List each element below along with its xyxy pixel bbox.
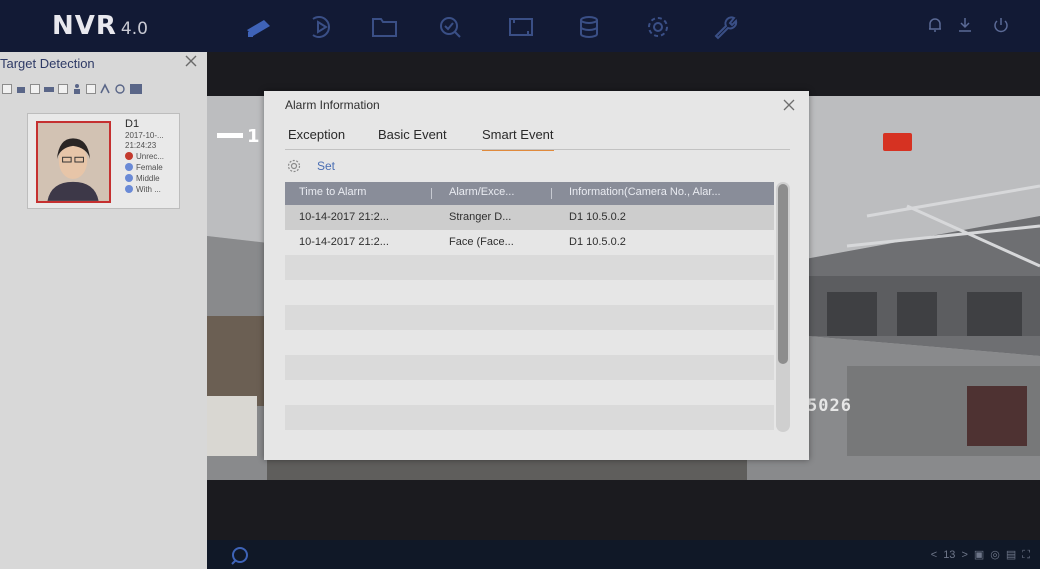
column-information[interactable]: Information(Camera No., Alar...	[569, 186, 721, 198]
record-alarm-icon	[883, 133, 912, 151]
sequence-icon[interactable]: ◎	[990, 549, 1000, 561]
close-icon[interactable]	[183, 53, 199, 69]
live-view-icon[interactable]	[244, 14, 274, 40]
tab-divider	[285, 149, 790, 150]
download-icon[interactable]	[956, 16, 974, 34]
face-thumbnail	[36, 121, 111, 203]
filter-toggle-icon[interactable]	[130, 83, 156, 95]
empty-row	[285, 255, 774, 280]
window-layout-icon[interactable]: ▣	[974, 549, 984, 561]
row-info: D1 10.5.0.2	[569, 211, 626, 223]
alarm-information-dialog: Alarm Information Exception Basic Event …	[264, 91, 809, 460]
detection-card[interactable]: D1 2017-10-... 21:24:23 Unrec... Female …	[27, 113, 180, 209]
column-separator	[551, 188, 552, 199]
system-settings-icon[interactable]	[643, 14, 673, 40]
attr-glasses: With ...	[125, 185, 161, 194]
age-icon	[125, 174, 133, 182]
empty-row	[285, 380, 774, 405]
logo-text: NVR	[52, 11, 117, 41]
column-time-to-alarm[interactable]: Time to Alarm	[299, 186, 366, 198]
tab-smart-event[interactable]: Smart Event	[482, 127, 554, 151]
file-management-icon[interactable]	[369, 14, 399, 40]
table-row[interactable]: 10-14-2017 21:2... Stranger D... D1 10.5…	[285, 205, 774, 230]
column-separator	[431, 188, 432, 199]
live-view-toolbar: <13 > ▣ ◎ ▤ ⛶	[207, 540, 1040, 569]
target-filter-row	[0, 82, 207, 98]
smart-detection-filter-icon[interactable]	[114, 83, 126, 95]
alarm-bell-icon[interactable]	[926, 16, 944, 34]
face-filter-checkbox[interactable]	[2, 84, 12, 94]
table-row[interactable]: 10-14-2017 21:2... Face (Face... D1 10.5…	[285, 230, 774, 255]
view-controls: <13 > ▣ ◎ ▤ ⛶	[925, 548, 1030, 562]
table-header: Time to Alarm Alarm/Exce... Information(…	[285, 182, 774, 205]
fullscreen-icon[interactable]: ⛶	[1022, 549, 1030, 561]
row-info: D1 10.5.0.2	[569, 236, 626, 248]
gear-icon	[287, 159, 301, 173]
table-scrollbar[interactable]	[776, 182, 790, 432]
configuration-icon[interactable]	[506, 14, 536, 40]
card-camera: D1	[125, 118, 140, 130]
empty-row	[285, 280, 774, 305]
empty-row	[285, 355, 774, 380]
human-body-filter-checkbox[interactable]	[58, 84, 68, 94]
channel-icon[interactable]: ▤	[1006, 549, 1016, 561]
storage-icon[interactable]	[574, 14, 604, 40]
video-overlay-text: 5026	[807, 396, 852, 416]
scrollbar-thumb[interactable]	[778, 184, 788, 364]
row-time: 10-14-2017 21:2...	[299, 211, 389, 223]
smart-analysis-icon[interactable]	[436, 14, 466, 40]
page-indicator: 13	[943, 549, 956, 561]
rule-filter-checkbox[interactable]	[86, 84, 96, 94]
empty-row	[285, 305, 774, 330]
top-navigation-bar: NVR 4.0	[0, 0, 1040, 52]
nvr-logo: NVR 4.0	[52, 12, 148, 43]
row-type: Stranger D...	[449, 211, 512, 223]
card-date: 2017-10-...	[125, 131, 164, 140]
rule-filter-icon	[99, 83, 111, 95]
maintenance-icon[interactable]	[710, 14, 740, 40]
vehicle-filter-icon	[43, 83, 55, 95]
dialog-title: Alarm Information	[285, 98, 380, 112]
attr-identity: Unrec...	[125, 152, 164, 161]
vehicle-filter-checkbox[interactable]	[30, 84, 40, 94]
column-alarm-type[interactable]: Alarm/Exce...	[449, 186, 514, 198]
empty-row	[285, 405, 774, 430]
alarm-table: Time to Alarm Alarm/Exce... Information(…	[285, 182, 774, 430]
human-body-filter-icon	[71, 83, 83, 95]
glasses-icon	[125, 185, 133, 193]
logo-version: 4.0	[120, 19, 148, 39]
face-filter-icon	[15, 83, 27, 95]
power-icon[interactable]	[992, 16, 1010, 34]
row-type: Face (Face...	[449, 236, 514, 248]
target-detection-panel: Target Detection D1 2017-10-... 21:24:23…	[0, 52, 207, 569]
card-time: 21:24:23	[125, 141, 157, 150]
set-label: Set	[317, 159, 336, 173]
tab-basic-event[interactable]: Basic Event	[378, 127, 447, 149]
channel-label: 1	[217, 126, 260, 147]
empty-row	[285, 330, 774, 355]
row-time: 10-14-2017 21:2...	[299, 236, 389, 248]
unrecognized-icon	[125, 152, 133, 160]
tab-exception[interactable]: Exception	[288, 127, 345, 149]
attr-gender: Female	[125, 163, 163, 172]
attr-age: Middle	[125, 174, 160, 183]
target-detection-title: Target Detection	[0, 56, 95, 71]
search-playback-icon[interactable]	[229, 544, 251, 566]
playback-icon[interactable]	[306, 14, 336, 40]
previous-page-icon[interactable]: <	[931, 549, 937, 561]
close-icon[interactable]	[781, 97, 797, 113]
next-page-icon[interactable]: >	[961, 549, 967, 561]
gender-icon	[125, 163, 133, 171]
